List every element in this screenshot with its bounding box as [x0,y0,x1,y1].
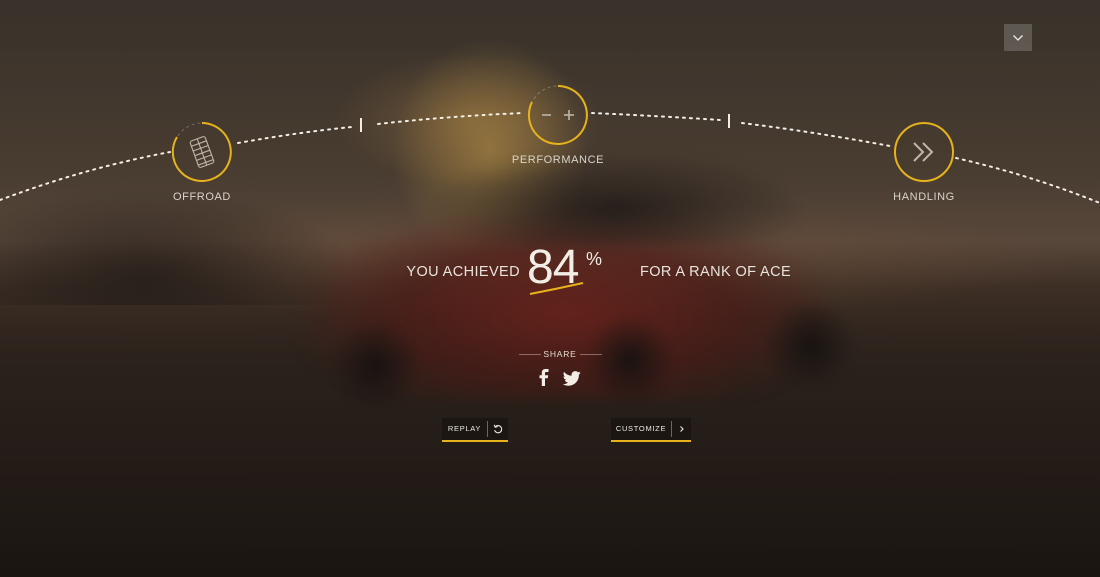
category-label: OFFROAD [173,191,231,203]
score-underline [529,282,584,295]
twitter-icon[interactable] [563,371,581,386]
tire-tread-icon [189,136,215,168]
facebook-icon[interactable] [538,369,550,387]
category-performance[interactable]: PERFORMANCE [512,84,603,166]
score-suffix: FOR A RANK OF ACE [640,264,792,280]
score-summary: YOU ACHIEVED 84 % FOR A RANK OF ACE [0,240,1100,310]
replay-button[interactable]: REPLAY [442,418,508,442]
customize-button[interactable]: CUSTOMIZE [611,418,691,442]
menu-toggle-button[interactable] [1004,24,1032,51]
category-offroad[interactable]: OFFROAD [171,121,233,203]
chevron-right-icon [679,426,684,432]
replay-label: REPLAY [447,424,482,433]
chevron-down-icon [1013,34,1023,41]
category-handling[interactable]: HANDLING [893,121,955,203]
divider [580,354,602,355]
replay-icon-wrap [488,418,508,440]
minus-plus-icon [542,110,574,120]
double-chevron-right-icon [913,142,934,162]
category-label: HANDLING [893,191,955,203]
customize-label: CUSTOMIZE [615,424,667,433]
score-percent-sign: % [586,249,603,269]
share-icons [536,369,584,389]
replay-icon [493,424,503,434]
customize-icon-wrap [672,418,691,440]
score-prefix: YOU ACHIEVED [406,264,520,280]
category-label: PERFORMANCE [511,154,605,166]
